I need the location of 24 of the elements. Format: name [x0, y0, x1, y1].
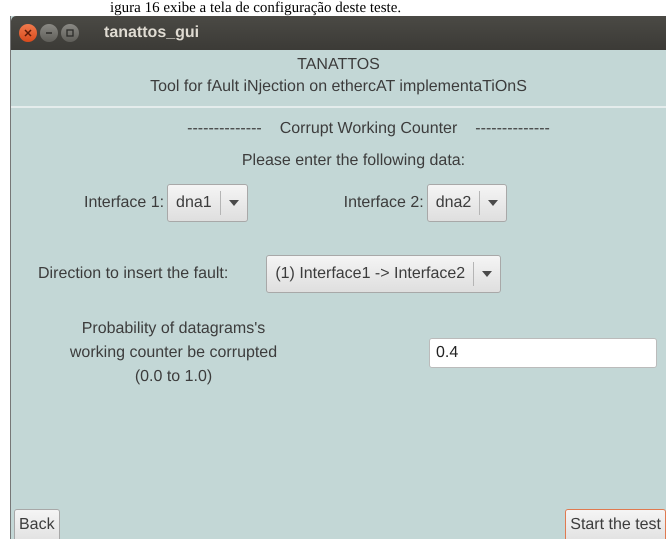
interface-label: Interface 1: — [84, 194, 164, 212]
start-test-button[interactable]: Start the test — [565, 509, 666, 539]
interface-dropdown[interactable]: dna2 — [426, 184, 508, 222]
interface-dropdown[interactable]: dna1 — [167, 184, 248, 222]
caret-icon — [482, 271, 492, 277]
probability-label: Probability of datagrams's working counter be corrupted (0.0 to 1.0) — [68, 319, 278, 387]
dashed-rule-text: -------------- — [475, 120, 550, 138]
close-icon[interactable] — [19, 24, 37, 42]
app-title: TANATTOS — [296, 55, 381, 75]
caret-icon — [488, 200, 498, 206]
dashed-rule-text: -------------- — [187, 120, 262, 138]
probability-input-field[interactable]: 0.4 — [429, 338, 657, 368]
section-title: Corrupt Working Counter — [280, 120, 458, 138]
interface-label: Interface 2: — [344, 194, 424, 212]
document-caption: igura 16 exibe a tela de configuração deste teste. — [109, 0, 402, 16]
direction-label: Direction to insert the fault: — [38, 265, 228, 283]
maximize-icon[interactable] — [61, 24, 79, 42]
back-button[interactable]: Back — [14, 509, 60, 539]
window-title: tanattos_gui — [104, 24, 200, 42]
direction-dropdown[interactable]: (1) Interface1 -> Interface2 — [266, 255, 502, 293]
caret-icon — [228, 200, 239, 206]
instruction-text: Please enter the following data: — [240, 152, 466, 170]
app-subtitle: Tool for fAult iNjection on ethercAT implementaTiOnS — [149, 77, 528, 97]
minimize-icon[interactable] — [40, 24, 58, 42]
